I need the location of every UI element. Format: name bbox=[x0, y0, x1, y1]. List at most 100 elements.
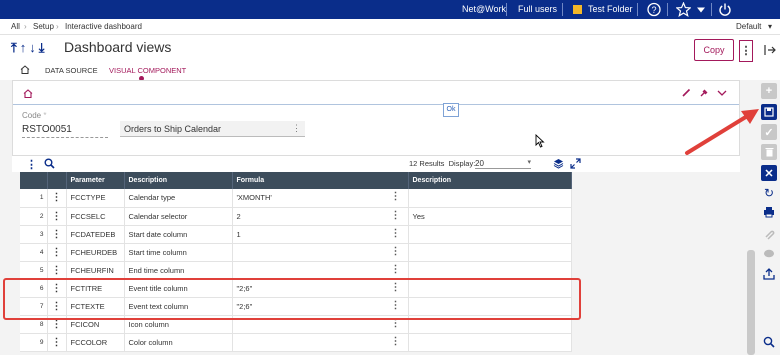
formula-value: 1 bbox=[236, 229, 241, 239]
formula-cell[interactable]: 1 ⋮ bbox=[232, 225, 409, 244]
table-row[interactable]: 2 ⋮ FCCSELC Calendar selector 2 ⋮ Yes bbox=[20, 207, 572, 226]
table-row[interactable]: 1 ⋮ FCCTYPE Calendar type 'XMONTH' ⋮ bbox=[20, 189, 572, 208]
row-menu-icon[interactable]: ⋮ bbox=[47, 261, 67, 280]
cancel-icon[interactable]: ✕ bbox=[761, 165, 777, 181]
checkmark-icon[interactable]: ✓ bbox=[761, 124, 777, 140]
cell-menu-icon[interactable]: ⋮ bbox=[391, 336, 401, 347]
default-label[interactable]: Default bbox=[736, 22, 761, 31]
chevron-down-icon[interactable] bbox=[717, 89, 727, 97]
parameter-cell: FCDATEDEB bbox=[66, 225, 125, 244]
description-value: Orders to Ship Calendar bbox=[124, 124, 222, 134]
pin-icon[interactable] bbox=[699, 88, 709, 98]
description-cell: Start time column bbox=[124, 243, 233, 262]
caret-down-icon: ▾ bbox=[527, 159, 531, 166]
table-row[interactable]: 9 ⋮ FCCOLOR Color column ⋮ bbox=[20, 333, 572, 352]
help-icon[interactable]: ? bbox=[647, 2, 661, 17]
chevron-right-icon: › bbox=[24, 22, 27, 31]
column-header-formula[interactable]: Formula bbox=[232, 172, 409, 189]
formula-cell[interactable]: ⋮ bbox=[232, 243, 409, 262]
print-icon[interactable] bbox=[762, 206, 776, 220]
breadcrumb-interactive-dashboard[interactable]: Interactive dashboard bbox=[65, 22, 142, 31]
column-header-parameter[interactable]: Parameter bbox=[66, 172, 125, 189]
formula-cell[interactable]: 'XMONTH' ⋮ bbox=[232, 189, 409, 208]
brush-icon[interactable] bbox=[681, 88, 691, 98]
ok-button[interactable]: Ok bbox=[443, 103, 459, 117]
divider bbox=[506, 3, 507, 16]
more-actions-button[interactable]: ⋮ bbox=[739, 40, 753, 62]
caret-down-icon[interactable] bbox=[696, 2, 706, 17]
home-icon[interactable] bbox=[20, 65, 30, 74]
save-icon[interactable] bbox=[761, 104, 777, 120]
formula-cell[interactable]: ⋮ bbox=[232, 333, 409, 352]
display-count-select[interactable]: 20 ▾ bbox=[475, 159, 531, 169]
record-nav-icons[interactable]: ⤒↑↓⤓ bbox=[11, 40, 48, 56]
results-count: 12 Results Display: bbox=[409, 159, 476, 168]
row-menu-icon[interactable]: ⋮ bbox=[47, 189, 67, 208]
divider bbox=[667, 3, 668, 16]
cell-menu-icon[interactable]: ⋮ bbox=[391, 210, 401, 221]
description-field[interactable]: Orders to Ship Calendar ⋮ bbox=[120, 121, 305, 137]
annotation-arrow bbox=[685, 109, 759, 155]
row-menu-icon[interactable]: ⋮ bbox=[47, 333, 67, 352]
description-2-cell bbox=[408, 189, 572, 208]
row-menu-icon[interactable]: ⋮ bbox=[47, 207, 67, 226]
star-icon[interactable] bbox=[676, 2, 691, 17]
copy-button[interactable]: Copy bbox=[694, 39, 734, 61]
power-icon[interactable] bbox=[718, 2, 732, 17]
row-number: 9 bbox=[20, 333, 48, 352]
tab-data-source[interactable]: DATA SOURCE bbox=[45, 66, 98, 75]
search-icon[interactable] bbox=[44, 158, 55, 169]
search-icon[interactable] bbox=[762, 336, 776, 350]
formula-cell[interactable]: 2 ⋮ bbox=[232, 207, 409, 226]
row-number: 2 bbox=[20, 207, 48, 226]
row-menu-icon[interactable]: ⋮ bbox=[47, 243, 67, 262]
code-field[interactable]: RSTO0051 bbox=[22, 124, 108, 138]
cell-menu-icon[interactable]: ⋮ bbox=[391, 191, 401, 202]
row-number: 5 bbox=[20, 261, 48, 280]
delete-icon[interactable] bbox=[761, 144, 777, 160]
table-row[interactable]: 5 ⋮ FCHEURFIN End time column ⋮ bbox=[20, 261, 572, 280]
folder-icon bbox=[573, 5, 582, 14]
column-header-description-2[interactable]: Description bbox=[408, 172, 572, 189]
formula-cell[interactable]: ⋮ bbox=[232, 261, 409, 280]
table-row[interactable]: 4 ⋮ FCHEURDEB Start time column ⋮ bbox=[20, 243, 572, 262]
divider bbox=[562, 3, 563, 16]
description-2-cell bbox=[408, 225, 572, 244]
description-cell: Calendar selector bbox=[124, 207, 233, 226]
column-header-description[interactable]: Description bbox=[124, 172, 233, 189]
breadcrumb-all[interactable]: All bbox=[11, 22, 20, 31]
role-label[interactable]: Full users bbox=[518, 0, 557, 19]
comment-icon[interactable] bbox=[762, 248, 776, 262]
cell-menu-icon[interactable]: ⋮ bbox=[391, 246, 401, 257]
cell-menu-icon[interactable]: ⋮ bbox=[391, 264, 401, 275]
refresh-icon[interactable]: ↻ bbox=[762, 186, 776, 200]
export-icon[interactable] bbox=[762, 268, 776, 282]
formula-value: 'XMONTH' bbox=[236, 193, 272, 203]
breadcrumb-setup[interactable]: Setup bbox=[33, 22, 54, 31]
parameters-table: Parameter Description Formula Descriptio… bbox=[20, 172, 572, 352]
parameter-cell: FCCSELC bbox=[66, 207, 125, 226]
add-icon[interactable]: + bbox=[761, 83, 777, 99]
attachment-icon[interactable] bbox=[762, 228, 776, 242]
tab-visual-component[interactable]: VISUAL COMPONENT bbox=[109, 66, 186, 75]
parameter-cell: FCHEURDEB bbox=[66, 243, 125, 262]
folder-label[interactable]: Test Folder bbox=[588, 0, 633, 19]
cell-menu-icon[interactable]: ⋮ bbox=[391, 228, 401, 239]
row-menu-icon[interactable]: ⋮ bbox=[47, 225, 67, 244]
field-menu-icon[interactable]: ⋮ bbox=[292, 123, 301, 134]
user-label[interactable]: Net@Work bbox=[462, 0, 506, 19]
exit-icon[interactable] bbox=[764, 44, 776, 56]
parameter-cell: FCHEURFIN bbox=[66, 261, 125, 280]
grid-menu-icon[interactable]: ⋮ bbox=[26, 158, 37, 171]
caret-down-icon[interactable]: ▾ bbox=[768, 22, 772, 31]
description-2-cell bbox=[408, 243, 572, 262]
row-number: 1 bbox=[20, 189, 48, 208]
home-icon[interactable] bbox=[23, 89, 33, 98]
breadcrumb: All › Setup › Interactive dashboard Defa… bbox=[0, 19, 780, 35]
expand-icon[interactable] bbox=[570, 158, 581, 169]
description-cell: Calendar type bbox=[124, 189, 233, 208]
scrollbar[interactable] bbox=[747, 250, 755, 355]
layers-icon[interactable] bbox=[553, 158, 564, 169]
svg-text:?: ? bbox=[651, 5, 656, 15]
table-row[interactable]: 3 ⋮ FCDATEDEB Start date column 1 ⋮ bbox=[20, 225, 572, 244]
